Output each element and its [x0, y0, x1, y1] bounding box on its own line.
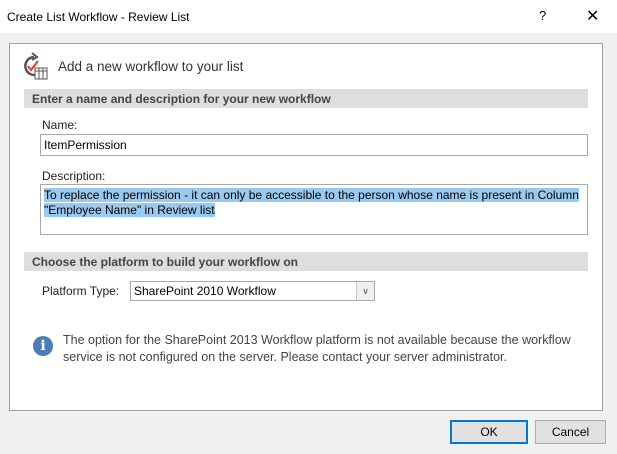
close-button[interactable]: ✕ [586, 6, 599, 26]
name-input[interactable]: ItemPermission [40, 134, 588, 156]
page-title: Add a new workflow to your list [58, 59, 244, 74]
cancel-button[interactable]: Cancel [535, 420, 606, 444]
title-bar: Create List Workflow - Review List ? ✕ [0, 0, 617, 33]
platform-select[interactable]: SharePoint 2010 Workflow ∨ [130, 281, 375, 301]
help-button[interactable]: ? [539, 8, 546, 23]
workflow-icon [24, 52, 48, 80]
section-platform: Choose the platform to build your workfl… [24, 252, 588, 271]
description-textarea[interactable]: To replace the permission - it can only … [40, 184, 588, 235]
chevron-down-icon[interactable]: ∨ [356, 282, 374, 300]
section-name-description: Enter a name and description for your ne… [24, 89, 588, 108]
description-label: Description: [42, 169, 106, 183]
ok-button[interactable]: OK [450, 420, 528, 444]
platform-label: Platform Type: [42, 284, 120, 298]
window-title: Create List Workflow - Review List [7, 10, 190, 24]
name-label: Name: [42, 118, 78, 132]
platform-value: SharePoint 2010 Workflow [134, 284, 276, 298]
info-message: The option for the SharePoint 2013 Workf… [63, 333, 571, 364]
description-text: To replace the permission - it can only … [44, 188, 579, 217]
info-icon: i [33, 336, 53, 356]
